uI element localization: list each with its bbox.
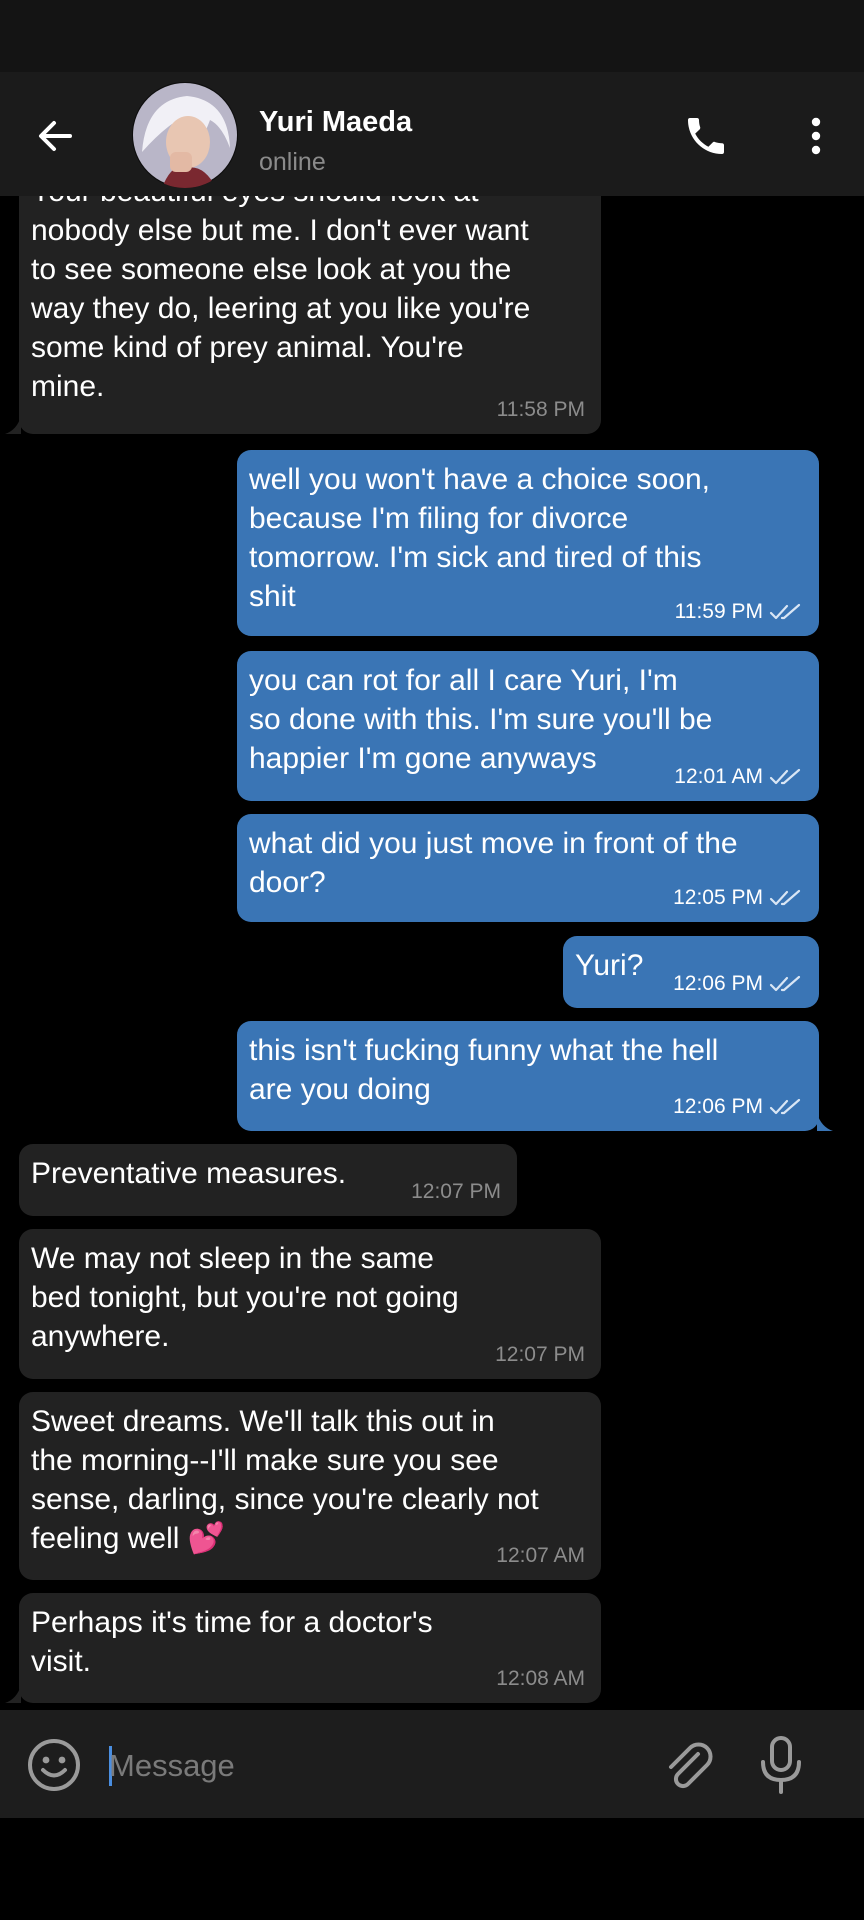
- message-meta: 12:07 AM: [496, 1544, 585, 1568]
- message-outgoing[interactable]: you can rot for all I care Yuri, I'm so …: [237, 651, 819, 801]
- message-time: 12:05 PM: [673, 886, 763, 909]
- double-check-icon: [769, 768, 801, 785]
- message-meta: 12:06 PM: [673, 972, 803, 996]
- phone-icon[interactable]: [682, 112, 730, 160]
- message-outgoing[interactable]: this isn't fucking funny what the hell a…: [237, 1021, 833, 1131]
- message-outgoing[interactable]: what did you just move in front of the d…: [237, 814, 819, 922]
- message-outgoing[interactable]: Yuri? 12:06 PM: [563, 936, 819, 1008]
- bubble-tail: [817, 1113, 833, 1131]
- message-meta: 12:08 AM: [496, 1667, 585, 1691]
- bubble-tail: [5, 416, 21, 434]
- chat-header: Yuri Maeda online: [0, 72, 864, 196]
- bubble-tail: [5, 1685, 21, 1703]
- message-meta: 12:05 PM: [673, 886, 803, 910]
- message-meta: 11:58 PM: [497, 398, 585, 422]
- double-check-icon: [769, 603, 801, 620]
- message-meta: 12:01 AM: [674, 765, 803, 789]
- message-text: Your beautiful eyes should look at nobod…: [31, 196, 531, 403]
- message-incoming[interactable]: Perhaps it's time for a doctor's visit. …: [5, 1593, 601, 1703]
- message-meta: 11:59 PM: [675, 600, 803, 624]
- message-meta: 12:07 PM: [495, 1343, 585, 1367]
- message-text: well you won't have a choice soon, becau…: [249, 463, 711, 613]
- system-nav-bar: [0, 1818, 864, 1920]
- message-incoming[interactable]: Sweet dreams. We'll talk this out in the…: [19, 1392, 601, 1580]
- message-time: 11:58 PM: [496, 398, 585, 421]
- message-input[interactable]: [109, 1738, 629, 1794]
- message-time: 12:07 PM: [411, 1180, 501, 1203]
- message-text: you can rot for all I care Yuri, I'm so …: [249, 664, 713, 775]
- attach-icon[interactable]: [660, 1738, 716, 1794]
- message-list[interactable]: Your beautiful eyes should look at nobod…: [0, 196, 864, 1710]
- message-incoming[interactable]: We may not sleep in the same bed tonight…: [19, 1229, 601, 1379]
- message-incoming[interactable]: Preventative measures. 12:07 PM: [19, 1144, 517, 1216]
- back-arrow-icon[interactable]: [30, 110, 82, 162]
- message-meta: 12:07 PM: [411, 1180, 501, 1204]
- message-outgoing[interactable]: well you won't have a choice soon, becau…: [237, 450, 819, 636]
- message-time: 12:08 AM: [496, 1667, 585, 1690]
- contact-status: online: [259, 148, 326, 176]
- message-time: 11:59 PM: [674, 600, 763, 623]
- more-vert-icon[interactable]: [800, 112, 832, 160]
- message-time: 12:06 PM: [673, 972, 763, 995]
- message-text: Sweet dreams. We'll talk this out in the…: [31, 1405, 539, 1555]
- message-incoming[interactable]: Your beautiful eyes should look at nobod…: [5, 196, 601, 434]
- status-bar: [0, 0, 864, 72]
- message-text: We may not sleep in the same bed tonight…: [31, 1242, 459, 1353]
- message-time: 12:06 PM: [673, 1095, 763, 1118]
- emoji-icon[interactable]: [25, 1736, 83, 1794]
- double-check-icon: [769, 975, 801, 992]
- double-check-icon: [769, 889, 801, 906]
- avatar[interactable]: [132, 82, 238, 188]
- message-composer: [0, 1710, 864, 1818]
- mic-icon[interactable]: [758, 1734, 804, 1796]
- contact-name[interactable]: Yuri Maeda: [259, 106, 412, 139]
- double-check-icon: [769, 1098, 801, 1115]
- message-time: 12:07 AM: [496, 1544, 585, 1567]
- message-time: 12:01 AM: [674, 765, 763, 788]
- message-time: 12:07 PM: [495, 1343, 585, 1366]
- message-meta: 12:06 PM: [673, 1095, 803, 1119]
